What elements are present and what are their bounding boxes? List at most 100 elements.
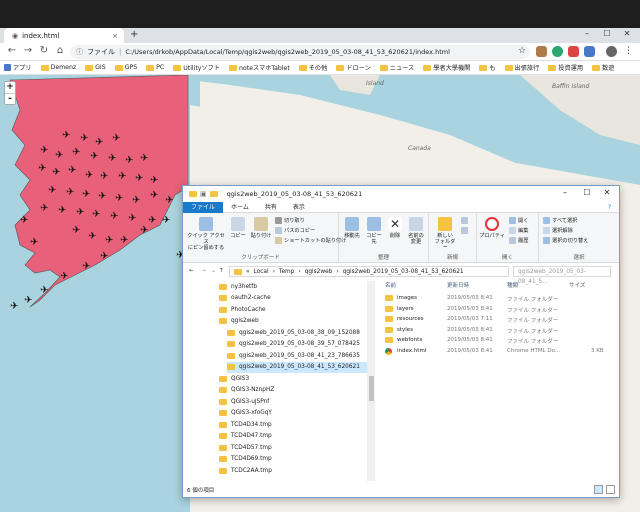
bookmark-item[interactable]: 投資運用 (548, 63, 583, 72)
rename-button[interactable]: 名前の 変更 (406, 217, 426, 245)
column-name[interactable]: 名前 (385, 281, 396, 289)
airport-marker-icon[interactable]: ✈ (85, 170, 93, 181)
file-row[interactable]: webfonts 2019/05/03 8:41 ファイル フォルダー (381, 335, 619, 346)
file-row[interactable]: index.html 2019/05/03 8:41 Chrome HTML Do.… (381, 346, 619, 357)
airport-marker-icon[interactable]: ✈ (115, 193, 123, 204)
bookmark-item[interactable]: ドローン (336, 63, 371, 72)
nav-item[interactable]: qgis2web_2019_05_03-08_38_09_152088 (227, 327, 367, 338)
explorer-maximize-button[interactable]: ☐ (577, 188, 597, 197)
airport-marker-icon[interactable]: ✈ (108, 153, 116, 164)
airport-marker-icon[interactable]: ✈ (162, 215, 170, 226)
airport-marker-icon[interactable]: ✈ (112, 133, 120, 144)
bookmark-item[interactable]: GPS (114, 64, 137, 71)
nav-item[interactable]: QGIS3-ujSPnf (219, 396, 367, 407)
airport-marker-icon[interactable]: ✈ (66, 187, 74, 198)
bookmark-item[interactable]: Utilityソフト (173, 63, 220, 72)
airport-marker-icon[interactable]: ✈ (150, 175, 158, 186)
new-item-button[interactable] (461, 217, 468, 224)
move-to-button[interactable]: 移動先 (342, 217, 362, 239)
airport-marker-icon[interactable]: ✈ (24, 295, 32, 306)
reload-icon[interactable]: ↻ (38, 45, 50, 56)
select-all-button[interactable]: すべて選択 (543, 217, 577, 224)
invert-selection-button[interactable]: 選択の切り替え (543, 237, 588, 244)
airport-marker-icon[interactable]: ✈ (148, 215, 156, 226)
bookmark-item[interactable]: 出張旅行 (504, 63, 539, 72)
airport-marker-icon[interactable]: ✈ (30, 237, 38, 248)
browser-tab[interactable]: ◉ index.html × (4, 28, 124, 43)
airport-marker-icon[interactable]: ✈ (92, 209, 100, 220)
tab-share[interactable]: 共有 (257, 202, 285, 213)
scrollbar-thumb[interactable] (369, 376, 374, 401)
window-close-button[interactable]: ✕ (620, 29, 634, 38)
open-button[interactable]: 開く (509, 217, 528, 224)
airport-marker-icon[interactable]: ✈ (40, 203, 48, 214)
airport-marker-icon[interactable]: ✈ (110, 211, 118, 222)
address-bar[interactable]: ⓘ ファイル | C:/Users/drkob/AppData/Local/Te… (70, 45, 530, 59)
breadcrumb-item[interactable]: Temp (279, 269, 294, 275)
folder-icon[interactable] (209, 191, 218, 197)
airport-marker-icon[interactable]: ✈ (20, 215, 28, 226)
airport-marker-icon[interactable]: ✈ (165, 195, 173, 206)
explorer-close-button[interactable]: ✕ (597, 188, 617, 197)
column-date[interactable]: 更新日時 (447, 281, 469, 289)
airport-marker-icon[interactable]: ✈ (100, 171, 108, 182)
airport-marker-icon[interactable]: ✈ (60, 271, 68, 282)
extension-icon[interactable] (552, 46, 563, 57)
airport-marker-icon[interactable]: ✈ (40, 285, 48, 296)
airport-marker-icon[interactable]: ✈ (52, 167, 60, 178)
airport-marker-icon[interactable]: ✈ (140, 153, 148, 164)
details-view-icon[interactable] (594, 485, 603, 494)
nav-item[interactable]: qgis2web_2019_05_03-08_39_57_078425 (227, 339, 367, 350)
airport-marker-icon[interactable]: ✈ (88, 231, 96, 242)
breadcrumb-item[interactable]: qgis2web_2019_05_03-08_41_53_620621 (343, 269, 464, 275)
airport-marker-icon[interactable]: ✈ (98, 191, 106, 202)
large-icons-view-icon[interactable] (606, 485, 615, 494)
bookmark-item[interactable]: Demenz (40, 64, 76, 71)
nav-item[interactable]: qgis2web (219, 316, 367, 327)
airport-marker-icon[interactable]: ✈ (76, 207, 84, 218)
copy-button[interactable]: コピー (228, 217, 248, 239)
airport-marker-icon[interactable]: ✈ (55, 150, 63, 161)
airport-marker-icon[interactable]: ✈ (40, 145, 48, 156)
nav-item[interactable]: ny3hetfb (219, 281, 367, 292)
zoom-out-button[interactable]: - (5, 93, 15, 104)
nav-item[interactable]: TCD4D69.tmp (219, 454, 367, 465)
airport-marker-icon[interactable]: ✈ (125, 155, 133, 166)
home-icon[interactable]: ⌂ (54, 45, 66, 56)
bookmark-item[interactable]: noteスマホTablet (229, 63, 290, 72)
cut-button[interactable]: 切り取り (275, 217, 305, 224)
extension-icon[interactable] (584, 46, 595, 57)
pin-quick-access-button[interactable]: クイック アクセス にピン留めする (186, 217, 226, 251)
nav-item[interactable]: TCDC2AA.tmp (219, 465, 367, 476)
easy-access-button[interactable] (461, 227, 468, 234)
properties-button[interactable]: プロパティ (479, 217, 505, 239)
back-icon[interactable]: ← (6, 45, 18, 56)
delete-button[interactable]: ✕ 削除 (386, 217, 404, 239)
bookmark-item[interactable]: ニュース (379, 63, 414, 72)
airport-marker-icon[interactable]: ✈ (90, 151, 98, 162)
recent-dropdown-icon[interactable]: ⌄ (211, 268, 216, 274)
extension-icon[interactable] (568, 46, 579, 57)
airport-marker-icon[interactable]: ✈ (68, 165, 76, 176)
airport-marker-icon[interactable]: ✈ (82, 189, 90, 200)
airport-marker-icon[interactable]: ✈ (100, 251, 108, 262)
tab-home[interactable]: ホーム (223, 202, 257, 213)
nav-item[interactable]: QGIS3-xfoGqY (219, 408, 367, 419)
paste-shortcut-button[interactable]: ショートカットの貼り付け (275, 237, 346, 244)
info-icon[interactable]: ⓘ (76, 47, 83, 57)
column-type[interactable]: 種類 (507, 281, 518, 289)
airport-marker-icon[interactable]: ✈ (48, 185, 56, 196)
airport-marker-icon[interactable]: ✈ (10, 301, 18, 312)
window-minimize-button[interactable]: – (580, 29, 594, 38)
bookmark-item[interactable]: アプリ (4, 63, 32, 72)
quick-access-icon[interactable]: ▣ (200, 190, 207, 198)
breadcrumb-item[interactable]: Local (254, 269, 269, 275)
airport-marker-icon[interactable]: ✈ (140, 225, 148, 236)
nav-item[interactable]: TCD4D57.tmp (219, 442, 367, 453)
file-row[interactable]: layers 2019/05/03 8:41 ファイル フォルダー (381, 304, 619, 315)
nav-item[interactable]: qgis2web_2019_05_03-08_41_23_786635 (227, 350, 367, 361)
bookmark-item[interactable]: PC (146, 64, 164, 71)
explorer-minimize-button[interactable]: – (555, 188, 575, 197)
airport-marker-icon[interactable]: ✈ (120, 235, 128, 246)
nav-item[interactable]: PhotoCache (219, 304, 367, 315)
